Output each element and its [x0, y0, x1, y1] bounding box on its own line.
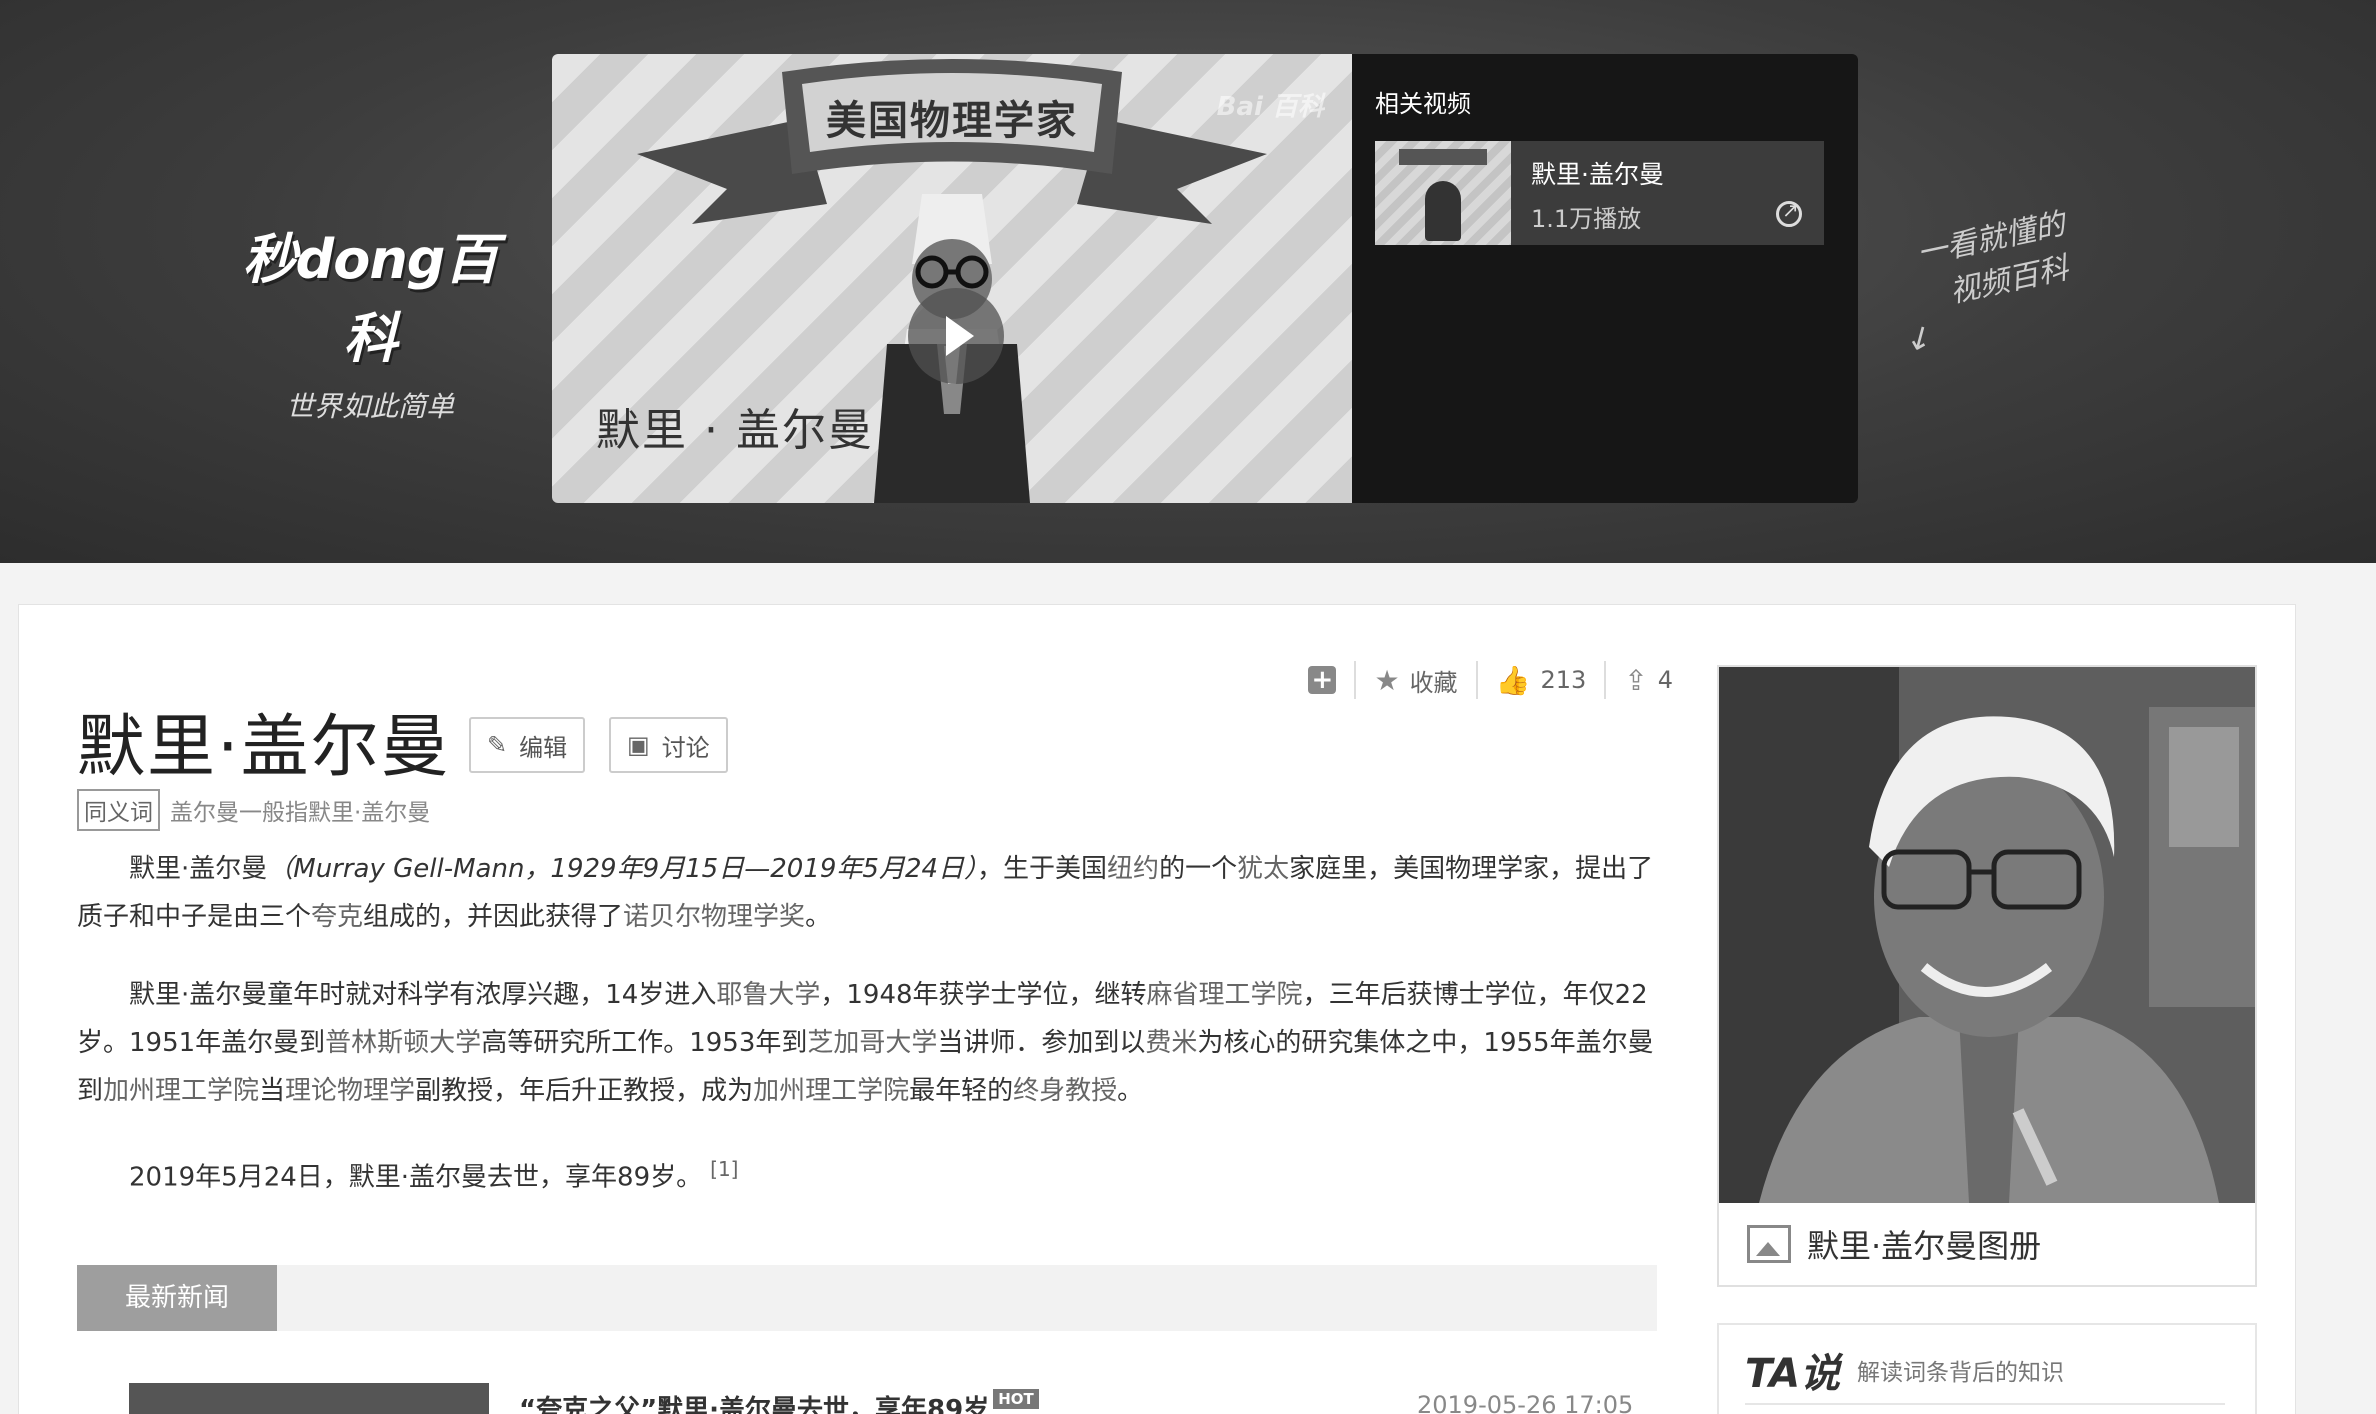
link-chicago[interactable]: 芝加哥大学: [807, 1028, 937, 1058]
link-theoretical-physics[interactable]: 理论物理学: [285, 1076, 415, 1106]
reference-link[interactable]: [1]: [710, 1157, 738, 1181]
link-fermi[interactable]: 费米: [1145, 1028, 1197, 1058]
link-princeton[interactable]: 普林斯顿大学: [325, 1028, 481, 1058]
link-caltech[interactable]: 加州理工学院: [103, 1076, 259, 1106]
share-icon: ⇪: [1624, 663, 1648, 697]
link-new-york[interactable]: 纽约: [1107, 854, 1159, 884]
synonym-tag: 同义词: [77, 789, 160, 831]
synonym-row: 同义词 盖尔曼一般指默里·盖尔曼: [77, 789, 430, 831]
link-jewish[interactable]: 犹太: [1237, 854, 1289, 884]
gallery-icon: [1747, 1225, 1791, 1263]
thumbs-up-icon: 👍: [1495, 663, 1531, 697]
page-title: 默里·盖尔曼: [77, 708, 451, 787]
news-thumbnail[interactable]: [129, 1383, 489, 1414]
text-run: 。: [805, 902, 832, 932]
related-video-plays: 1.1万播放: [1531, 205, 1642, 233]
text-run: 的一个: [1159, 854, 1238, 884]
share-icon[interactable]: [1776, 198, 1802, 227]
share-button[interactable]: ⇪ 4: [1604, 661, 1691, 699]
discuss-label: 讨论: [661, 733, 710, 762]
related-videos-title: 相关视频: [1375, 90, 1471, 118]
favorite-label: 收藏: [1409, 668, 1458, 697]
text-run: 默里·盖尔曼童年时就对科学有浓厚兴趣，14岁进入: [129, 980, 717, 1010]
discuss-button[interactable]: ▣ 讨论: [609, 717, 728, 773]
edit-button[interactable]: ✎ 编辑: [469, 717, 586, 773]
brand: 秒dong百科 世界如此简单: [225, 215, 515, 425]
english-name: （Murray Gell-Mann，1929年9月15日—2019年5月24日）: [267, 854, 978, 884]
portrait-illustration: [1719, 667, 2255, 1203]
paragraph-3: 2019年5月24日，默里·盖尔曼去世，享年89岁。 [1]: [77, 1145, 1677, 1202]
news-title[interactable]: “夸克之父”默里·盖尔曼去世，享年89岁 HOT: [519, 1389, 1039, 1414]
pencil-icon: ✎: [487, 731, 508, 759]
entry-toolbar: + ★ 收藏 👍 213 ⇪ 4: [1290, 661, 1691, 699]
text-run: 当: [259, 1076, 286, 1106]
album-caption-text[interactable]: 默里·盖尔曼图册: [1807, 1221, 2041, 1267]
link-tenured-professor[interactable]: 终身教授: [1013, 1076, 1117, 1106]
text-run: 2019年5月24日，默里·盖尔曼去世，享年89岁。: [129, 1162, 703, 1193]
text-run: 。: [1117, 1076, 1144, 1106]
link-mit[interactable]: 麻省理工学院: [1147, 980, 1303, 1010]
text-run: 默里·盖尔曼: [129, 854, 268, 884]
text-run: ，1948年获学士学位，继转: [820, 980, 1147, 1010]
text-run: 组成的，并因此获得了: [363, 902, 624, 932]
related-video-name[interactable]: 默里·盖尔曼: [1531, 155, 1664, 191]
video-caption-text: 默里 · 盖尔曼: [596, 405, 874, 456]
star-icon: ★: [1374, 663, 1400, 697]
news-title-text[interactable]: “夸克之父”默里·盖尔曼去世，享年89岁: [519, 1395, 989, 1414]
video-banner: 秒dong百科 世界如此简单 Bai 百科 美国物理学家 默里 · 盖尔曼 相关…: [0, 0, 2376, 563]
divider: [1745, 1403, 2225, 1405]
link-quark[interactable]: 夸克: [311, 902, 363, 932]
text-run: 高等研究所工作。1953年到: [481, 1028, 808, 1058]
link-nobel-physics[interactable]: 诺贝尔物理学奖: [623, 902, 805, 932]
paragraph-1: 默里·盖尔曼（Murray Gell-Mann，1929年9月15日—2019年…: [77, 845, 1677, 941]
video-panel: Bai 百科 美国物理学家 默里 · 盖尔曼 相关视频 默里·盖尔曼 1.1万播…: [552, 54, 1858, 503]
news-header: 最新新闻: [77, 1265, 1657, 1331]
like-count: 213: [1540, 666, 1587, 694]
ta-says-box: TA说 解读词条背后的知识: [1717, 1323, 2257, 1414]
link-caltech[interactable]: 加州理工学院: [753, 1076, 909, 1106]
handwritten-arrow-icon: ↙: [1898, 313, 1941, 361]
synonym-text[interactable]: 盖尔曼一般指默里·盖尔曼: [170, 793, 430, 827]
paragraph-2: 默里·盖尔曼童年时就对科学有浓厚兴趣，14岁进入耶鲁大学，1948年获学士学位，…: [77, 971, 1677, 1115]
text-run: 副教授，年后升正教授，成为: [415, 1076, 754, 1106]
text-run: 最年轻的: [909, 1076, 1014, 1106]
news-date: 2019-05-26 17:05: [1417, 1391, 1634, 1414]
handwritten-slogan: 一看就懂的 视频百科: [1913, 188, 2146, 320]
edit-label: 编辑: [519, 733, 568, 762]
hot-badge: HOT: [993, 1389, 1039, 1409]
chat-bubble-icon: ▣: [627, 731, 650, 759]
share-count: 4: [1657, 666, 1673, 694]
brand-logo[interactable]: 秒dong百科: [225, 215, 515, 373]
like-button[interactable]: 👍 213: [1475, 661, 1605, 699]
video-player[interactable]: Bai 百科 美国物理学家 默里 · 盖尔曼: [552, 54, 1352, 503]
summary-content: 默里·盖尔曼（Murray Gell-Mann，1929年9月15日—2019年…: [77, 845, 1677, 1232]
ta-says-logo: TA说: [1745, 1351, 1841, 1397]
portrait-photo[interactable]: [1719, 667, 2255, 1203]
text-run: 当讲师．参加到以: [937, 1028, 1146, 1058]
text-run: ，生于美国: [977, 854, 1108, 884]
play-button[interactable]: [908, 288, 1004, 384]
related-videos: 相关视频 默里·盖尔曼 1.1万播放: [1375, 84, 1835, 245]
tab-latest-news[interactable]: 最新新闻: [77, 1265, 277, 1331]
add-button[interactable]: +: [1290, 661, 1354, 699]
brand-slogan: 世界如此简单: [285, 390, 454, 423]
entry-card: + ★ 收藏 👍 213 ⇪ 4 默里·盖尔曼 ✎ 编辑 ▣ 讨论 同义词 盖尔…: [18, 604, 2296, 1414]
related-video-item[interactable]: 默里·盖尔曼 1.1万播放: [1375, 141, 1824, 245]
video-banner-text: 美国物理学家: [826, 98, 1078, 144]
ta-says-subtitle: 解读词条背后的知识: [1857, 1360, 2064, 1386]
related-video-thumbnail[interactable]: [1375, 141, 1511, 245]
photo-album[interactable]: 默里·盖尔曼图册: [1717, 665, 2257, 1287]
link-yale[interactable]: 耶鲁大学: [716, 980, 820, 1010]
album-caption[interactable]: 默里·盖尔曼图册: [1719, 1203, 2255, 1285]
favorite-button[interactable]: ★ 收藏: [1354, 661, 1475, 699]
plus-icon: +: [1308, 666, 1337, 694]
